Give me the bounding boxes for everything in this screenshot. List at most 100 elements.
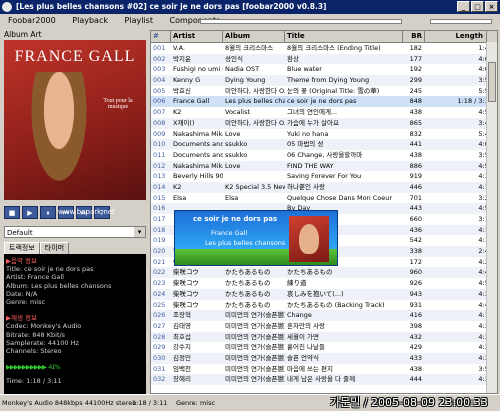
row-album: 미미먼의 연가(슬픈戀) bbox=[225, 321, 285, 330]
row-title: Saving Forever For You bbox=[287, 172, 362, 181]
close-button[interactable]: × bbox=[485, 1, 498, 12]
row-artist: 임백천 bbox=[173, 364, 191, 373]
row-title: 내게 남은 사랑을 다 줄께 bbox=[287, 375, 356, 384]
row-bitrate: 701 bbox=[409, 193, 422, 202]
playlist-row[interactable]: 003 Fushigi no umi no N...Nadia OST Blue w… bbox=[151, 64, 497, 75]
row-number: 012 bbox=[153, 161, 166, 170]
row-album: Vocalist bbox=[225, 108, 251, 117]
row-artist: Nakashima Mika bbox=[173, 161, 223, 170]
seek-bar[interactable] bbox=[200, 19, 402, 24]
column-artist[interactable]: Artist bbox=[171, 31, 223, 42]
column-bitrate[interactable]: BR bbox=[403, 31, 425, 42]
playlist-row[interactable]: 008X재이()미안하다, 사랑한다 O...가슴에 누가 살아요8653:40 bbox=[151, 117, 497, 129]
popup-artist: France Gall bbox=[211, 229, 248, 237]
maximize-button[interactable]: □ bbox=[471, 1, 484, 12]
row-album: Love bbox=[225, 161, 241, 170]
row-title: Quelque Chose Dans Mon Coeur bbox=[287, 193, 393, 202]
tab-track-info[interactable]: 트랙정보 bbox=[4, 242, 40, 254]
row-title: Theme from Dying Young bbox=[287, 76, 370, 85]
progress-indicator: ▶▶▶▶▶▶▶▶▶▶ 41% bbox=[6, 363, 144, 371]
playlist-row[interactable]: 011 Documents and Set...ssukko 06 Change, … bbox=[151, 150, 497, 161]
playlist-row[interactable]: 030김정민미미먼의 연가(슬픈戀)슬픈 언약식4334:37 bbox=[151, 352, 497, 364]
playlist-row[interactable]: 022柴咲コウかたちあるものかたちあるもの9604:43 bbox=[151, 267, 497, 279]
row-bitrate: 429 bbox=[409, 343, 422, 352]
playlist-row[interactable]: 025 柴咲コウ かたちあるもの かたちあるもの (Backing Track) 931… bbox=[151, 300, 497, 311]
info-tabs: 트랙정보 타이머 bbox=[4, 242, 70, 254]
row-number: 017 bbox=[153, 215, 166, 223]
playlist-row[interactable]: 015 Elsa Elsa Quelque Chose Dans Mon Coeur 7… bbox=[151, 193, 497, 204]
playlist-row[interactable]: 013 Beverly Hills 90210 Saving Forever For… bbox=[151, 171, 497, 182]
playlist-row[interactable]: 010 Documents and Set...ssukko 05 마법의 성 441… bbox=[151, 139, 497, 150]
now-playing-popup: ce soir je ne dors pas France Gall Les p… bbox=[174, 210, 338, 266]
chevron-down-icon[interactable]: ▾ bbox=[134, 227, 145, 237]
tab-timer[interactable]: 타이머 bbox=[39, 242, 70, 254]
row-number: 028 bbox=[153, 332, 166, 341]
info-artist: Artist: France Gall bbox=[6, 273, 64, 282]
row-album: ssukko bbox=[225, 140, 248, 149]
playlist-row[interactable]: 006 France Gall Les plus belles chansonsce… bbox=[151, 96, 497, 108]
scrollbar-thumb[interactable] bbox=[488, 62, 496, 102]
row-artist: Documents and Set... bbox=[173, 150, 223, 159]
playlist-row[interactable]: 004 Kenny G Dying Young Theme from Dying Yo… bbox=[151, 75, 497, 86]
row-title: FIND THE WAY bbox=[287, 161, 334, 170]
menu-playback[interactable]: Playback bbox=[72, 16, 108, 25]
playlist-row[interactable]: 014K2K2 Special 3.5 New Song하나뿐인 사랑4464:… bbox=[151, 181, 497, 193]
stop-button[interactable]: ■ bbox=[4, 206, 20, 219]
popup-album: Les plus belles chansons bbox=[205, 239, 286, 247]
playlist-row[interactable]: 009Nakashima MikaLoveYuki no hana8325:48 bbox=[151, 129, 497, 140]
row-number: 009 bbox=[153, 129, 166, 138]
row-bitrate: 438 bbox=[409, 364, 422, 373]
row-title: Yuki no hana bbox=[287, 129, 329, 138]
preset-dropdown[interactable]: Default ▾ bbox=[4, 226, 146, 238]
playlist-row[interactable]: 023柴咲コウかたちあるもの練り道9264:58 bbox=[151, 278, 497, 289]
row-album: かたちあるもの bbox=[225, 289, 271, 298]
minimize-button[interactable]: _ bbox=[457, 1, 470, 12]
row-title: 세월이 가면 bbox=[287, 332, 319, 341]
row-title: 하나뿐인 사랑 bbox=[287, 182, 325, 191]
playlist-row[interactable]: 026조장혁미미먼의 연가(슬픈戀)Change4164:14 bbox=[151, 310, 497, 321]
row-artist: France Gall bbox=[173, 97, 210, 106]
album-art: FRANCE GALL Tout pour la musique bbox=[4, 40, 146, 200]
status-bar: Monkey's Audio 848kbps 44100Hz stereo 1:… bbox=[0, 394, 500, 411]
row-bitrate: 433 bbox=[409, 353, 422, 362]
row-artist: 柴咲コウ bbox=[173, 268, 199, 277]
row-album: Les plus belles chansons bbox=[225, 97, 285, 106]
menu-playlist[interactable]: Playlist bbox=[125, 16, 153, 25]
album-art-portrait bbox=[24, 72, 94, 200]
row-bitrate: 182 bbox=[409, 44, 422, 52]
playlist-scrollbar[interactable] bbox=[486, 42, 497, 393]
column-album[interactable]: Album bbox=[223, 31, 285, 42]
pause-button[interactable]: ⏸ bbox=[40, 206, 56, 219]
status-genre: Genre: misc bbox=[176, 399, 216, 407]
row-number: 027 bbox=[153, 321, 166, 330]
popup-album-art bbox=[289, 216, 329, 262]
row-album: Elsa bbox=[225, 193, 239, 202]
playlist-row[interactable]: 001 V.A. 8월의 크리스마스 8월의 크리스마스 (Ending Title)… bbox=[151, 43, 497, 54]
info-channels: Channels: Stereo bbox=[6, 347, 62, 356]
playlist-row[interactable]: 032장혜리미미먼의 연가(슬픈戀)내게 남은 사랑을 다 줄께4444:31 bbox=[151, 374, 497, 385]
playlist-row[interactable]: 005 박효신 미안하다, 사랑한다 O... 눈의 꽃 (Original Titl… bbox=[151, 86, 497, 97]
column-number[interactable]: # bbox=[151, 31, 171, 42]
row-number: 002 bbox=[153, 54, 166, 63]
volume-slider[interactable] bbox=[430, 19, 492, 24]
row-number: 025 bbox=[153, 300, 166, 309]
playlist-row[interactable]: 002박지윤성인식환상1774:05 bbox=[151, 53, 497, 65]
playlist-row[interactable]: 029강수지미미먼의 연가(슬픈戀)흩어진 나날들4294:30 bbox=[151, 342, 497, 353]
play-button[interactable]: ▶ bbox=[22, 206, 38, 219]
playlist-row[interactable]: 012Nakashima MikaLoveFIND THE WAY8864:53 bbox=[151, 160, 497, 172]
playlist-row[interactable]: 007K2Vocalist그녀의 연인에게...4384:50 bbox=[151, 107, 497, 118]
playlist-row[interactable]: 031임백천미미먼의 연가(슬픈戀)마음에 쓰는 편지4383:59 bbox=[151, 364, 497, 375]
playlist-row[interactable]: 028최호섭미미먼의 연가(슬픈戀)세월이 가면4324:34 bbox=[151, 331, 497, 343]
app-icon bbox=[2, 2, 12, 12]
playlist-row[interactable]: 024柴咲コウかたちあるもの哀しみを抱いて(...)9434:36 bbox=[151, 288, 497, 300]
menu-foobar2000[interactable]: Foobar2000 bbox=[8, 16, 56, 25]
row-artist: K2 bbox=[173, 108, 182, 117]
row-album: 미안하다, 사랑한다 O... bbox=[225, 86, 285, 95]
row-number: 005 bbox=[153, 86, 166, 95]
playlist-row[interactable]: 027김태영미미먼의 연가(슬픈戀)혼자만의 사랑3984:34 bbox=[151, 321, 497, 332]
column-length[interactable]: Length bbox=[425, 31, 487, 42]
row-number: 015 bbox=[153, 193, 166, 202]
column-title[interactable]: Title bbox=[285, 31, 403, 42]
row-artist: 柴咲コウ bbox=[173, 279, 199, 288]
row-bitrate: 931 bbox=[409, 300, 422, 309]
